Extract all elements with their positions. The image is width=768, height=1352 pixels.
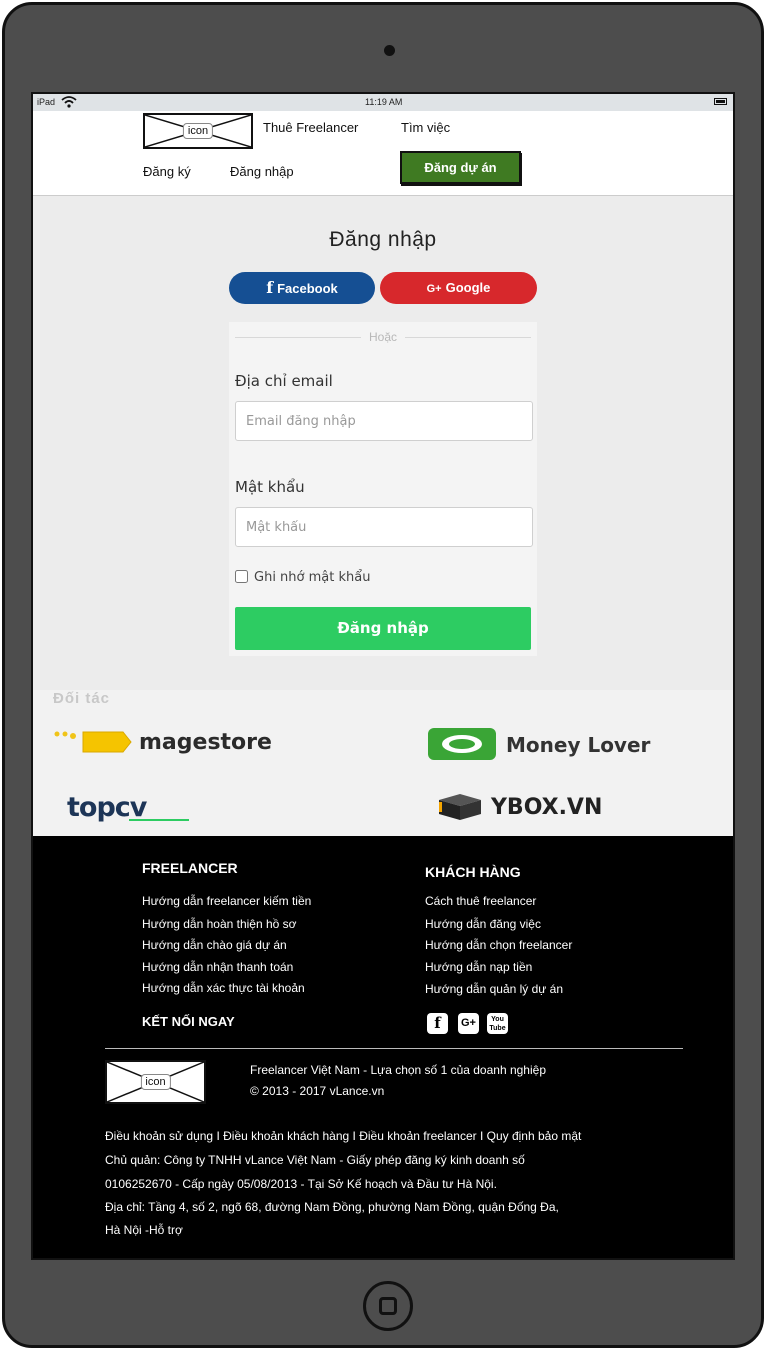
status-bar: iPad 11:19 AM xyxy=(33,94,733,111)
login-form: Hoặc Địa chỉ email Mật khẩu Ghi nhớ mật … xyxy=(229,322,537,656)
facebook-icon: f xyxy=(266,278,274,297)
footer-col-freelancer-title: FREELANCER xyxy=(142,860,238,876)
footer-link[interactable]: Hướng dẫn hoàn thiện hồ sơ xyxy=(142,917,297,931)
footer-link[interactable]: Cách thuê freelancer xyxy=(425,894,536,908)
partner-name: magestore xyxy=(139,730,272,755)
status-time: 11:19 AM xyxy=(365,97,403,107)
password-field[interactable] xyxy=(235,507,533,547)
footer-link[interactable]: Hướng dẫn xác thực tài khoản xyxy=(142,981,305,995)
or-divider: Hoặc xyxy=(235,330,531,344)
footer-logo[interactable]: icon xyxy=(105,1060,206,1104)
partner-money-lover[interactable]: Money Lover xyxy=(428,728,708,762)
footer-col-client-title: KHÁCH HÀNG xyxy=(425,864,521,880)
logo-label: icon xyxy=(182,123,214,139)
wifi-icon xyxy=(61,96,77,108)
email-field[interactable] xyxy=(235,401,533,441)
site-footer: FREELANCER Hướng dẫn freelancer kiếm tiề… xyxy=(33,836,733,1258)
home-button[interactable] xyxy=(363,1281,413,1331)
connect-title: KẾT NỐI NGAY xyxy=(142,1014,235,1029)
ybox-logo-icon xyxy=(439,794,481,820)
partners-section: Đối tác magestore Money Lover topcv YBOX… xyxy=(33,690,733,836)
google-label: Google xyxy=(445,280,491,295)
email-label: Địa chỉ email xyxy=(235,372,333,390)
footer-copyright: © 2013 - 2017 vLance.vn xyxy=(250,1084,385,1098)
address-info: Hà Nội -Hỗ trợ xyxy=(105,1223,183,1237)
logo-label: icon xyxy=(140,1074,171,1090)
footer-tagline: Freelancer Việt Nam - Lựa chọn số 1 của … xyxy=(250,1063,546,1077)
screen: iPad 11:19 AM icon Thuê Freelancer Tìm v… xyxy=(31,92,735,1260)
footer-divider xyxy=(105,1048,683,1049)
partner-magestore[interactable]: magestore xyxy=(53,728,343,758)
password-label: Mật khẩu xyxy=(235,478,305,496)
nav-register[interactable]: Đăng ký xyxy=(143,164,191,179)
money-lover-logo-icon xyxy=(428,728,496,760)
site-header: icon Thuê Freelancer Tìm việc Đăng ký Đă… xyxy=(33,111,733,196)
topcv-underline xyxy=(129,819,189,821)
magestore-logo-icon xyxy=(54,731,132,753)
nav-find-job[interactable]: Tìm việc xyxy=(401,120,450,135)
facebook-icon[interactable]: f xyxy=(427,1013,448,1034)
partners-title: Đối tác xyxy=(53,690,111,707)
google-plus-icon: G+ xyxy=(426,283,442,295)
remember-me[interactable]: Ghi nhớ mật khẩu xyxy=(235,570,370,585)
page-title: Đăng nhập xyxy=(329,228,437,251)
facebook-login-button[interactable]: f Facebook xyxy=(229,272,375,304)
nav-hire-freelancer[interactable]: Thuê Freelancer xyxy=(263,120,358,135)
post-project-button[interactable]: Đăng dự án xyxy=(400,151,521,184)
google-login-button[interactable]: G+ Google xyxy=(380,272,537,304)
footer-link[interactable]: Hướng dẫn đăng việc xyxy=(425,917,541,931)
partner-name: YBOX.VN xyxy=(491,795,603,820)
remember-checkbox[interactable] xyxy=(235,570,248,583)
partner-topcv[interactable]: topcv xyxy=(67,792,227,826)
youtube-icon[interactable]: You Tube xyxy=(487,1013,508,1034)
partner-name: Money Lover xyxy=(506,733,651,757)
or-label: Hoặc xyxy=(368,330,397,344)
owner-info: Chủ quản: Công ty TNHH vLance Việt Nam -… xyxy=(105,1153,525,1167)
login-section: Đăng nhập f Facebook G+ Google Hoặc Địa ch… xyxy=(33,196,733,690)
footer-link[interactable]: Hướng dẫn chào giá dự án xyxy=(142,938,287,952)
camera xyxy=(384,45,395,56)
nav-login[interactable]: Đăng nhập xyxy=(230,164,294,179)
footer-link[interactable]: Hướng dẫn quản lý dự án xyxy=(425,982,563,996)
legal-links[interactable]: Điều khoản sử dụng I Điều khoản khách hà… xyxy=(105,1129,581,1143)
facebook-label: Facebook xyxy=(277,281,338,296)
partner-ybox[interactable]: YBOX.VN xyxy=(435,794,655,824)
address-info: Địa chỉ: Tầng 4, số 2, ngõ 68, đường Nam… xyxy=(105,1200,559,1214)
home-button-icon xyxy=(379,1297,397,1315)
footer-link[interactable]: Hướng dẫn freelancer kiếm tiền xyxy=(142,894,311,908)
google-plus-icon[interactable]: G+ xyxy=(458,1013,479,1034)
login-submit-button[interactable]: Đăng nhập xyxy=(235,607,531,650)
site-logo[interactable]: icon xyxy=(143,113,253,149)
battery-icon xyxy=(714,98,727,105)
footer-link[interactable]: Hướng dẫn nhận thanh toán xyxy=(142,960,293,974)
footer-link[interactable]: Hướng dẫn nạp tiền xyxy=(425,960,532,974)
owner-info: 0106252670 - Cấp ngày 05/08/2013 - Tại S… xyxy=(105,1177,497,1191)
remember-label: Ghi nhớ mật khẩu xyxy=(254,570,371,585)
device-label: iPad xyxy=(37,97,56,107)
footer-link[interactable]: Hướng dẫn chọn freelancer xyxy=(425,938,572,952)
